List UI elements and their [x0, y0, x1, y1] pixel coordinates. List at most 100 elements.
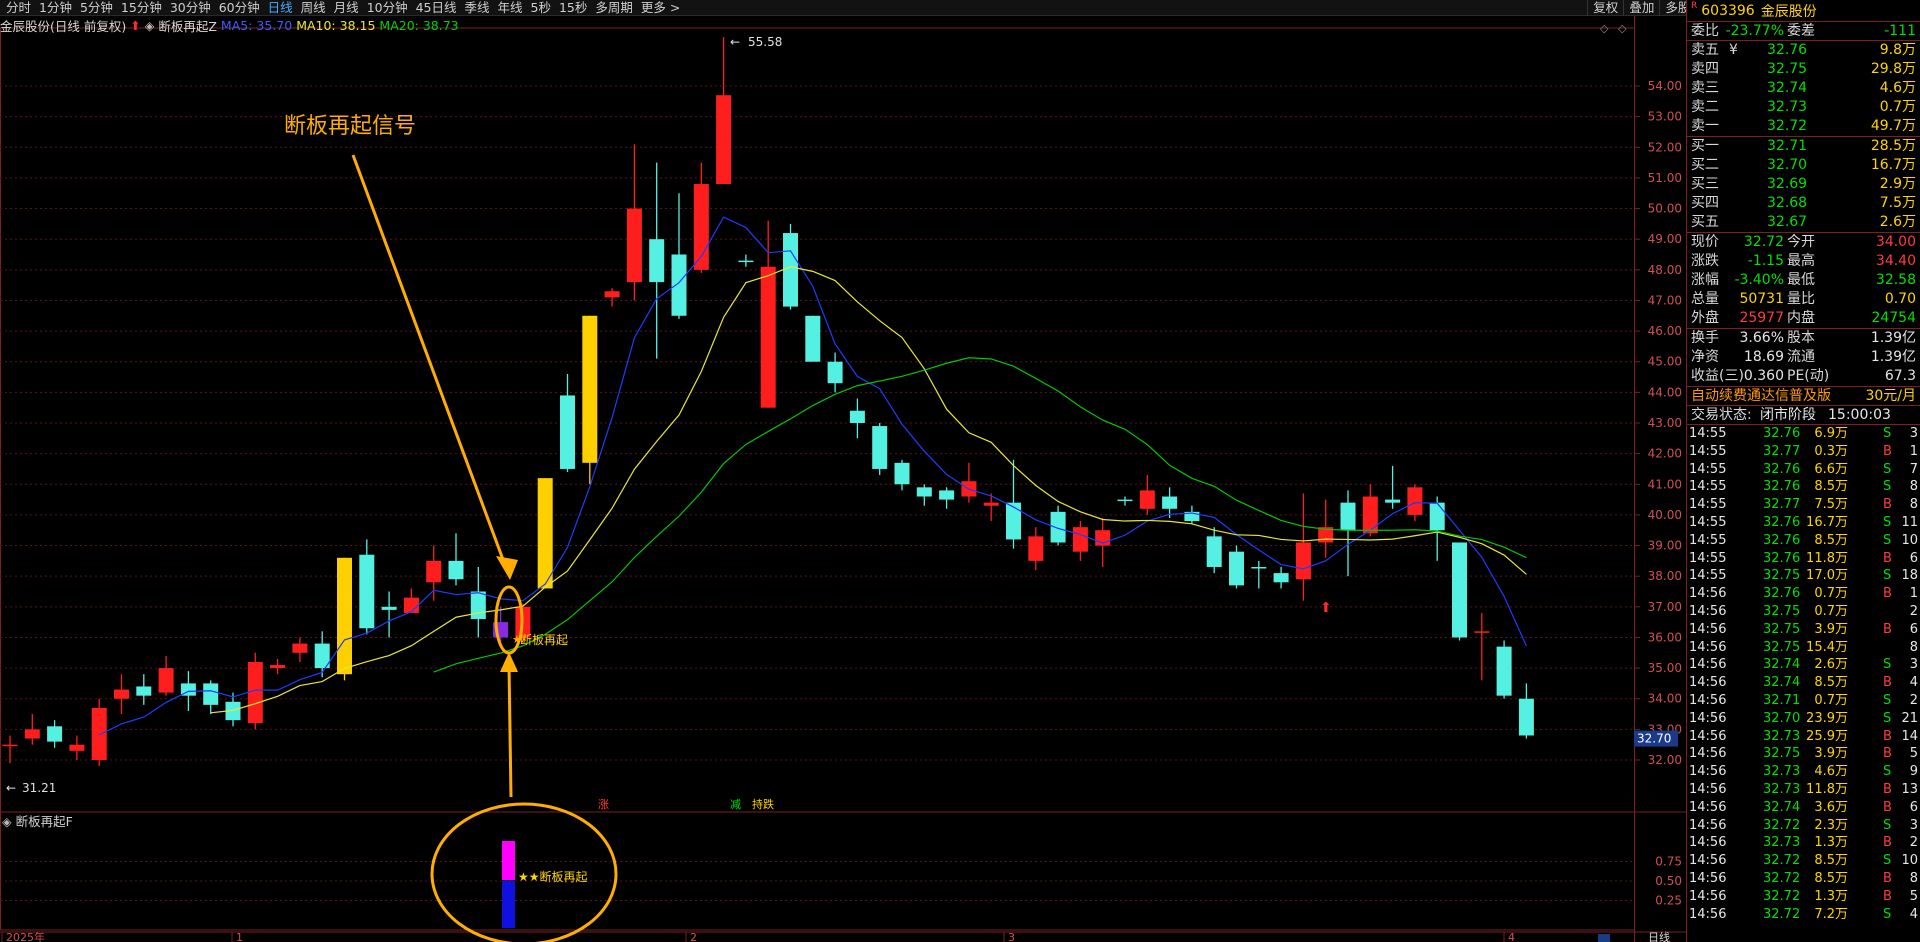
- diff-label: 委差: [1787, 23, 1815, 39]
- tick-row[interactable]: 14:55 32.76 16.7万 S 11: [1687, 514, 1920, 532]
- tick-row[interactable]: 14:56 32.73 11.8万 B 13: [1687, 781, 1920, 799]
- period-tab[interactable]: 15分钟: [117, 0, 166, 16]
- tick-side: S: [1883, 710, 1892, 726]
- buy-volume: 2.6万: [1879, 214, 1916, 230]
- toolbar-button[interactable]: 叠加: [1623, 0, 1659, 16]
- tick-row[interactable]: 14:56 32.72 8.5万 B 8: [1687, 870, 1920, 888]
- stat-label: 今开: [1787, 234, 1815, 250]
- tick-row[interactable]: 14:56 32.70 23.9万 S 21: [1687, 710, 1920, 728]
- tick-row[interactable]: 14:56 32.74 2.6万 S 3: [1687, 656, 1920, 674]
- stat-value: 34.00: [1875, 234, 1916, 250]
- period-tab[interactable]: 30分钟: [166, 0, 215, 16]
- period-tab[interactable]: 日线: [264, 0, 297, 16]
- tick-row[interactable]: 14:55 32.75 17.0万 S 18: [1687, 567, 1920, 585]
- sell-level-row[interactable]: 卖二 32.73 0.7万: [1687, 98, 1920, 117]
- candle-body: [849, 410, 865, 423]
- price-tick-label: 52.00: [1648, 140, 1682, 154]
- indicator-name[interactable]: 断板再起Z: [158, 16, 217, 35]
- tick-row[interactable]: 14:56 32.73 25.9万 B 14: [1687, 728, 1920, 746]
- period-tab[interactable]: 季线: [461, 0, 494, 16]
- fundamental-row: 净资 18.69 流通 1.39亿: [1687, 348, 1920, 367]
- tick-row[interactable]: 14:56 32.72 7.2万 S 4: [1687, 906, 1920, 924]
- sell-orders: 卖五 ¥32.76 9.8万 卖四 32.75 29.8万 卖三 32.74 4.6万 卖二 32.…: [1687, 41, 1920, 137]
- sell-level-row[interactable]: 卖五 ¥32.76 9.8万: [1687, 41, 1920, 60]
- tick-row[interactable]: 14:56 32.73 4.6万 S 9: [1687, 763, 1920, 781]
- period-tab[interactable]: 更多 >: [637, 0, 684, 16]
- fund-label: PE(动): [1787, 368, 1830, 384]
- notice-text[interactable]: 自动续费通达信普及版: [1691, 387, 1831, 406]
- tick-row[interactable]: 14:55 32.77 7.5万 B 8: [1687, 496, 1920, 514]
- period-tab[interactable]: 分时: [2, 0, 35, 16]
- buy-level-row[interactable]: 买四 32.68 7.5万: [1687, 194, 1920, 213]
- tick-row[interactable]: 14:56 32.72 2.3万 S 3: [1687, 817, 1920, 835]
- stock-name-label: 金辰股份(日线 前复权): [0, 19, 127, 34]
- period-tab[interactable]: 10分钟: [363, 0, 412, 16]
- price-tick-label: 38.00: [1648, 569, 1682, 583]
- tick-price: 32.72: [1763, 853, 1801, 869]
- sell-level-label: 卖二: [1691, 99, 1719, 115]
- tick-row[interactable]: 14:56 32.71 0.7万 S 2: [1687, 692, 1920, 710]
- buy-level-row[interactable]: 买三 32.69 2.9万: [1687, 175, 1920, 194]
- date-label: 4: [1508, 931, 1515, 942]
- tick-row[interactable]: 14:55 32.76 8.5万 S 8: [1687, 478, 1920, 496]
- sell-level-row[interactable]: 卖三 32.74 4.6万: [1687, 79, 1920, 98]
- tick-row[interactable]: 14:56 32.75 3.9万 B 5: [1687, 745, 1920, 763]
- tick-side: S: [1883, 853, 1892, 869]
- tick-volume: 0.3万: [1814, 443, 1848, 459]
- sub-collapse-icon[interactable]: ◈: [2, 814, 16, 829]
- tick-volume: 8.5万: [1814, 853, 1848, 869]
- period-tab[interactable]: 年线: [494, 0, 527, 16]
- period-tab[interactable]: 多周期: [591, 0, 637, 16]
- tick-row[interactable]: 14:56 32.75 3.9万 B 6: [1687, 621, 1920, 639]
- tick-row[interactable]: 14:56 32.75 0.7万 2: [1687, 603, 1920, 621]
- tick-count: 7: [1909, 461, 1918, 477]
- tick-list[interactable]: 14:55 32.76 6.9万 S 3 14:55 32.77 0.3万 B 1 14:55 32.…: [1687, 425, 1920, 923]
- candle-body: [626, 208, 642, 283]
- toolbar-button[interactable]: 复权: [1587, 0, 1623, 16]
- chart-area[interactable]: 54.00 53.00 52.00 51.00 50.00 49.00 48.00 47.00…: [0, 16, 1686, 942]
- quote-panel: R 603396 金辰股份 委比 -23.77% 委差 -111 卖五 ¥32.7…: [1686, 0, 1920, 942]
- period-tab[interactable]: 60分钟: [215, 0, 264, 16]
- tick-price: 32.74: [1763, 675, 1801, 691]
- fund-value: 1.39亿: [1870, 330, 1916, 346]
- stock-code: 603396: [1701, 2, 1755, 19]
- stat-row: 总量 50731 量比 0.70: [1687, 290, 1920, 309]
- tick-row[interactable]: 14:55 32.76 11.8万 B 6: [1687, 550, 1920, 568]
- stat-value: 24754: [1871, 310, 1916, 326]
- tick-row[interactable]: 14:56 32.76 0.7万 B 1: [1687, 585, 1920, 603]
- candle-body: [203, 683, 219, 705]
- tick-row[interactable]: 14:56 32.74 8.5万 B 4: [1687, 674, 1920, 692]
- tick-row[interactable]: 14:55 32.76 6.9万 S 3: [1687, 425, 1920, 443]
- tick-row[interactable]: 14:56 32.72 8.5万 S 10: [1687, 852, 1920, 870]
- tick-row[interactable]: 14:55 32.76 8.5万 S 10: [1687, 532, 1920, 550]
- tick-row[interactable]: 14:55 32.76 6.6万 S 7: [1687, 461, 1920, 479]
- buy-level-row[interactable]: 买五 32.67 2.6万: [1687, 213, 1920, 232]
- period-tab[interactable]: 45日线: [412, 0, 461, 16]
- tick-row[interactable]: 14:56 32.72 1.3万 B 5: [1687, 888, 1920, 906]
- sell-level-row[interactable]: 卖一 32.72 49.7万: [1687, 117, 1920, 136]
- indicator-collapse-icon[interactable]: ◈: [145, 18, 155, 33]
- period-tab[interactable]: 周线: [297, 0, 330, 16]
- period-tab[interactable]: 5分钟: [76, 0, 117, 16]
- period-tab[interactable]: 1分钟: [35, 0, 76, 16]
- fund-label: 收益(三): [1691, 368, 1744, 384]
- tick-row[interactable]: 14:55 32.77 0.3万 B 1: [1687, 443, 1920, 461]
- tick-time: 14:56: [1689, 835, 1727, 851]
- tick-time: 14:56: [1689, 906, 1727, 922]
- period-tab[interactable]: 月线: [330, 0, 363, 16]
- tick-row[interactable]: 14:56 32.73 1.3万 B 2: [1687, 834, 1920, 852]
- buy-level-row[interactable]: 买二 32.70 16.7万: [1687, 156, 1920, 175]
- buy-level-row[interactable]: 买一 32.71 28.5万: [1687, 137, 1920, 156]
- tick-count: 6: [1909, 621, 1918, 637]
- notice-row[interactable]: 自动续费通达信普及版 30元/月: [1687, 387, 1920, 406]
- tick-row[interactable]: 14:56 32.74 3.6万 B 6: [1687, 799, 1920, 817]
- period-tab[interactable]: 15秒: [555, 0, 591, 16]
- sub-indicator-title[interactable]: ◈ 断板再起F: [2, 811, 73, 830]
- tick-price: 32.70: [1763, 710, 1801, 726]
- candle-body: [916, 487, 932, 497]
- period-tab[interactable]: 5秒: [527, 0, 555, 16]
- tick-side: B: [1883, 799, 1892, 815]
- tick-row[interactable]: 14:56 32.75 15.4万 8: [1687, 639, 1920, 657]
- kline-chart[interactable]: 54.00 53.00 52.00 51.00 50.00 49.00 48.00 47.00…: [0, 16, 1686, 942]
- sell-level-row[interactable]: 卖四 32.75 29.8万: [1687, 60, 1920, 79]
